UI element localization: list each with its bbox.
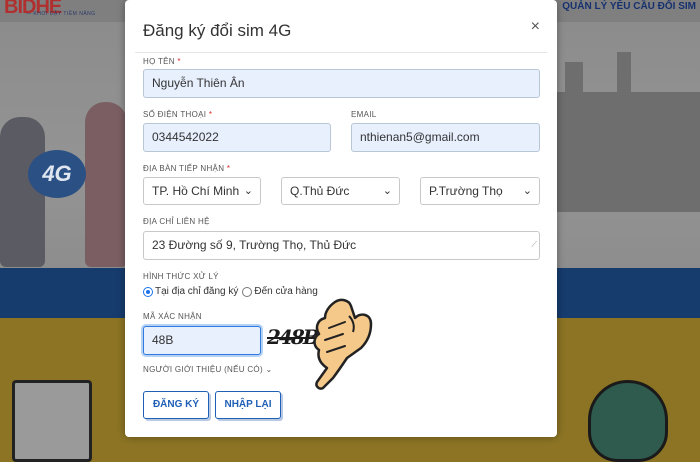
header-divider xyxy=(135,52,547,53)
email-field[interactable]: nthienan5@gmail.com xyxy=(351,123,540,152)
captcha-label: MÃ XÁC NHẬN xyxy=(143,312,202,321)
address-field[interactable]: 23 Đường số 9, Trường Thọ, Thủ Đức ⟋ xyxy=(143,231,540,260)
shield-icon xyxy=(588,380,668,462)
register-button[interactable]: ĐĂNG KÝ xyxy=(143,391,209,419)
chevron-down-icon: ⌄ xyxy=(243,185,253,197)
resize-handle-icon[interactable]: ⟋ xyxy=(531,231,537,258)
radio-at-store[interactable] xyxy=(242,286,253,297)
radio-at-address[interactable] xyxy=(143,286,153,297)
address-label: ĐỊA CHỈ LIÊN HỆ xyxy=(143,217,210,226)
radio-at-address-label[interactable]: Tại địa chỉ đăng ký xyxy=(155,286,238,297)
method-label: HÌNH THỨC XỬ LÝ xyxy=(143,272,219,281)
name-label: HỌ TÊN * xyxy=(143,57,181,66)
reset-button[interactable]: NHẬP LẠI xyxy=(215,391,281,419)
modal-title: Đăng ký đổi sim 4G xyxy=(143,21,292,40)
chevron-down-icon: ⌄ xyxy=(382,185,392,197)
banner-person xyxy=(85,102,127,267)
required-mark: * xyxy=(208,110,213,119)
nav-link-manage-requests[interactable]: QUẢN LÝ YÊU CẦU ĐỔI SIM xyxy=(562,1,696,12)
city-skyline xyxy=(557,52,700,212)
district-select[interactable]: Q.Thủ Đức ⌄ xyxy=(281,177,400,205)
chevron-down-icon: ⌄ xyxy=(265,365,273,374)
method-radio-group: Tại địa chỉ đăng ký Đến cửa hàng xyxy=(143,286,322,297)
close-icon[interactable]: × xyxy=(531,18,540,36)
pointing-hand-icon xyxy=(313,298,373,390)
ward-select[interactable]: P.Trường Thọ ⌄ xyxy=(420,177,540,205)
name-field[interactable]: Nguyễn Thiên Ân xyxy=(143,69,540,98)
city-select[interactable]: TP. Hồ Chí Minh ⌄ xyxy=(143,177,261,205)
radio-at-store-label[interactable]: Đến cửa hàng xyxy=(254,286,317,297)
required-mark: * xyxy=(177,57,181,66)
document-icon xyxy=(12,380,92,462)
email-label: EMAIL xyxy=(351,110,377,119)
referrer-toggle[interactable]: NGƯỜI GIỚI THIỆU (NẾU CÓ) ⌄ xyxy=(143,365,272,374)
phone-field[interactable]: 0344542022 xyxy=(143,123,331,152)
chevron-down-icon: ⌄ xyxy=(522,185,532,197)
site-tagline: — KHƠI DẬY TIỀM NĂNG xyxy=(26,11,96,17)
badge-4g: 4G xyxy=(28,150,86,198)
register-sim-modal: Đăng ký đổi sim 4G × HỌ TÊN * Nguyễn Thi… xyxy=(125,0,557,437)
phone-label: SỐ ĐIỆN THOẠI * xyxy=(143,110,213,119)
required-mark: * xyxy=(226,164,231,173)
area-label: ĐỊA BÀN TIẾP NHẬN * xyxy=(143,164,231,173)
captcha-field[interactable]: 48B xyxy=(143,326,261,355)
